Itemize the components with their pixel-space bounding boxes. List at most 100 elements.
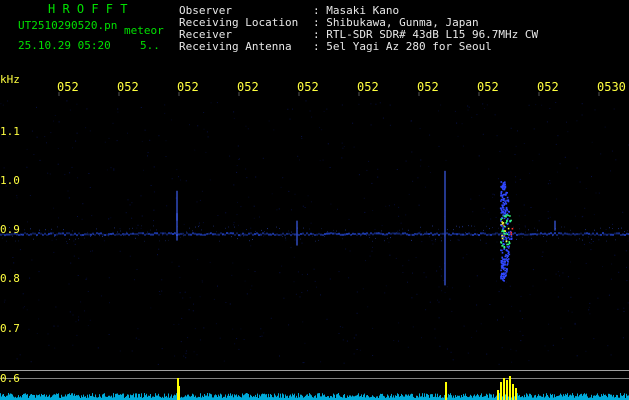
spectrum-bar (333, 393, 334, 400)
carrier-segment (574, 233, 576, 236)
carrier-segment (496, 232, 498, 235)
noise-speck (498, 207, 500, 209)
spectrum-bar (192, 393, 193, 400)
meteor-pixel (504, 209, 507, 212)
spectrum-bar (127, 394, 128, 400)
carrier-segment (50, 232, 52, 235)
carrier-halo (471, 225, 472, 227)
carrier-halo (390, 237, 391, 239)
noise-speck (567, 276, 569, 278)
spectrum-bar (49, 394, 50, 400)
carrier-segment (472, 234, 474, 236)
spectrum-bar (449, 394, 450, 400)
noise-speck (30, 361, 32, 363)
noise-speck (217, 215, 219, 216)
spectrum-bar (285, 394, 286, 400)
spectrum-bar (204, 394, 205, 400)
meteor-pixel (500, 220, 502, 222)
noise-speck (16, 197, 18, 199)
carrier-segment (44, 232, 46, 235)
spectrum-bar (540, 395, 541, 400)
noise-speck (566, 121, 567, 123)
noise-speck (440, 237, 442, 239)
noise-speck (311, 116, 313, 118)
spectrum-bar (37, 395, 38, 400)
carrier-halo (396, 232, 397, 234)
noise-speck (389, 124, 391, 126)
noise-speck (494, 114, 496, 116)
noise-speck (263, 332, 265, 334)
spectrum-bar (318, 393, 319, 400)
noise-speck (356, 349, 358, 350)
noise-speck (533, 128, 535, 130)
carrier-halo (150, 229, 151, 231)
spectrum-bar (22, 395, 23, 400)
noise-speck (161, 279, 163, 281)
noise-speck (194, 149, 196, 151)
noise-speck (451, 287, 453, 289)
noise-speck (119, 350, 121, 352)
spectrum-bar (271, 394, 272, 400)
carrier-halo (318, 239, 319, 241)
noise-speck (412, 272, 413, 274)
carrier-halo (141, 225, 142, 227)
noise-speck (623, 307, 625, 309)
noise-speck (556, 171, 558, 173)
carrier-halo (174, 232, 175, 234)
noise-speck (183, 223, 185, 225)
spectrum-bar (400, 396, 401, 400)
spectrum-bar (545, 396, 546, 400)
noise-speck (485, 242, 487, 244)
spectrum-bar (214, 395, 215, 400)
noise-speck (449, 298, 451, 300)
carrier-halo (324, 236, 325, 237)
noise-speck (400, 222, 402, 224)
noise-speck (339, 326, 341, 328)
spectrum-bar (12, 394, 13, 400)
spectrum-bar (558, 395, 559, 400)
spectrum-bar (484, 396, 485, 400)
noise-speck (557, 271, 559, 273)
spectrum-bar (105, 396, 106, 400)
spectrum-bar (71, 393, 72, 400)
spectrum-bar (583, 394, 584, 400)
carrier-segment (578, 233, 580, 236)
carrier-halo (333, 229, 334, 231)
carrier-halo (72, 230, 73, 232)
spectrum-bar (110, 396, 111, 400)
spectrum-bar (135, 393, 136, 400)
carrier-segment (382, 233, 384, 236)
spectrum-bar (123, 393, 124, 400)
noise-speck (76, 334, 78, 336)
noise-speck (276, 209, 278, 211)
carrier-segment (454, 233, 456, 235)
carrier-halo (624, 231, 625, 233)
carrier-segment (64, 233, 66, 236)
spectrum-bar (255, 394, 256, 400)
spectrum-bar (579, 395, 580, 400)
carrier-halo (621, 227, 622, 229)
carrier-halo (576, 239, 577, 241)
carrier-halo (264, 231, 265, 233)
noise-speck (536, 231, 538, 233)
spectrum-bar (422, 393, 423, 400)
carrier-halo (258, 233, 259, 235)
noise-speck (385, 205, 387, 207)
spectrum-bar (259, 394, 260, 400)
noise-speck (103, 240, 105, 242)
spectrum-bar (517, 393, 518, 400)
noise-speck (86, 108, 88, 110)
spectrum-bar (57, 394, 58, 400)
spectrum-bar (541, 396, 542, 400)
meteor-pixel (505, 232, 508, 234)
noise-speck (236, 214, 238, 216)
noise-speck (362, 288, 364, 290)
carrier-halo (381, 230, 382, 232)
noise-speck (452, 359, 454, 361)
noise-speck (210, 102, 212, 104)
carrier-segment (322, 234, 324, 236)
noise-speck (84, 310, 85, 312)
meteor-pixel (502, 193, 505, 196)
spectrum-bar (330, 396, 331, 400)
noise-speck (517, 130, 518, 132)
